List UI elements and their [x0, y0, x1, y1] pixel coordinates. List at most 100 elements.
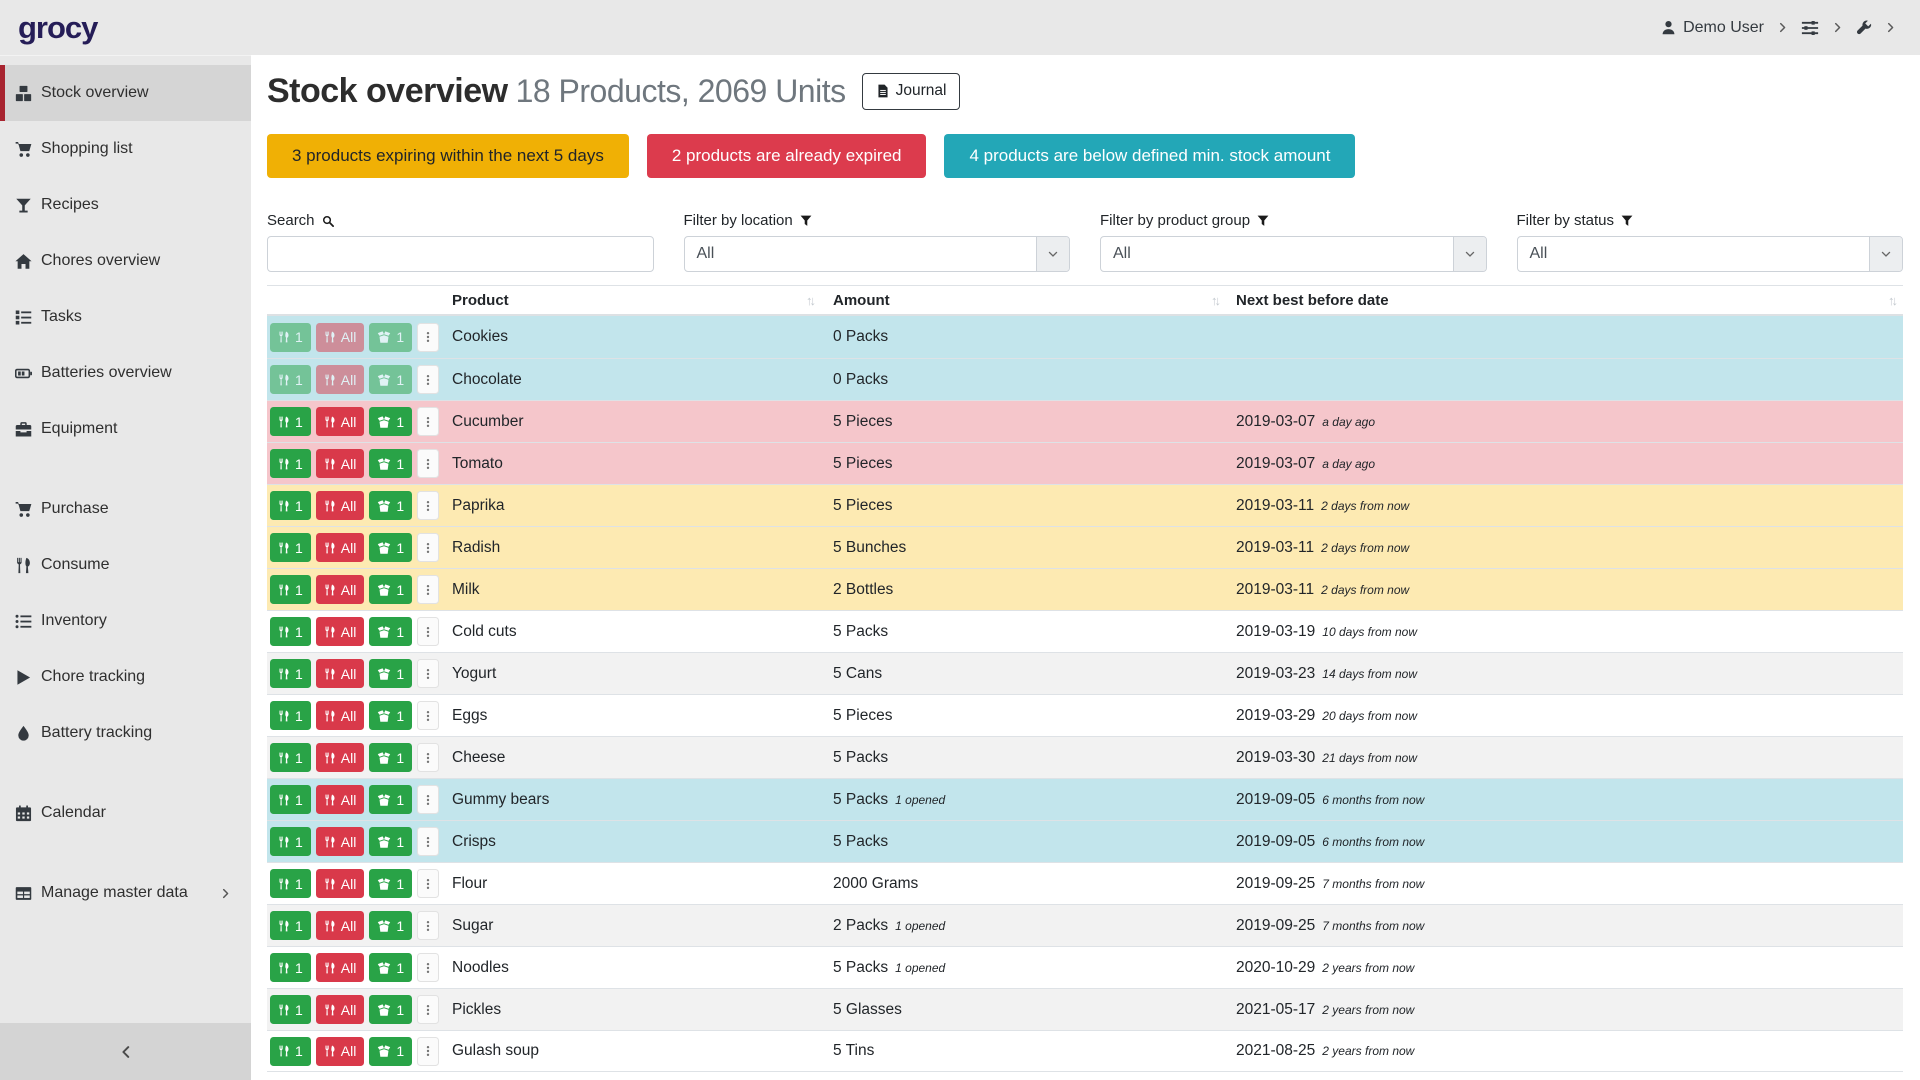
chevron-right-icon[interactable] — [1777, 22, 1788, 33]
open-one-button[interactable]: 1 — [369, 449, 412, 478]
consume-one-button[interactable]: 1 — [270, 953, 311, 982]
location-filter-select[interactable]: All — [684, 236, 1071, 272]
user-menu[interactable]: Demo User — [1661, 19, 1764, 37]
banner-expired[interactable]: 2 products are already expired — [647, 134, 927, 178]
consume-one-button[interactable]: 1 — [270, 575, 311, 604]
consume-all-button[interactable]: All — [316, 701, 365, 730]
open-one-button[interactable]: 1 — [369, 785, 412, 814]
consume-one-button[interactable]: 1 — [270, 659, 311, 688]
open-one-button[interactable]: 1 — [369, 365, 412, 394]
sidebar-item-purchase[interactable]: Purchase — [0, 481, 251, 537]
consume-one-button[interactable]: 1 — [270, 365, 311, 394]
sort-icon[interactable]: ↑↓ — [1888, 293, 1895, 308]
date-column-header[interactable]: Next best before date ↑↓ — [1226, 292, 1903, 309]
consume-one-button[interactable]: 1 — [270, 743, 311, 772]
consume-one-button[interactable]: 1 — [270, 869, 311, 898]
row-menu-button[interactable] — [417, 743, 439, 772]
consume-all-button[interactable]: All — [316, 617, 365, 646]
open-one-button[interactable]: 1 — [369, 827, 412, 856]
product-group-filter-select[interactable]: All — [1100, 236, 1487, 272]
row-menu-button[interactable] — [417, 659, 439, 688]
row-menu-button[interactable] — [417, 1037, 439, 1066]
sidebar-item-consume[interactable]: Consume — [0, 537, 251, 593]
open-one-button[interactable]: 1 — [369, 659, 412, 688]
sidebar-item-batteries-overview[interactable]: Batteries overview — [0, 345, 251, 401]
consume-all-button[interactable]: All — [316, 995, 365, 1024]
row-menu-button[interactable] — [417, 323, 439, 352]
consume-all-button[interactable]: All — [316, 659, 365, 688]
row-menu-button[interactable] — [417, 701, 439, 730]
status-filter-select[interactable]: All — [1517, 236, 1904, 272]
product-column-header[interactable]: Product ↑↓ — [448, 292, 821, 309]
consume-one-button[interactable]: 1 — [270, 407, 311, 436]
consume-one-button[interactable]: 1 — [270, 323, 311, 352]
consume-one-button[interactable]: 1 — [270, 827, 311, 856]
sidebar-item-recipes[interactable]: Recipes — [0, 177, 251, 233]
consume-one-button[interactable]: 1 — [270, 449, 311, 478]
row-menu-button[interactable] — [417, 449, 439, 478]
open-one-button[interactable]: 1 — [369, 1037, 412, 1066]
consume-all-button[interactable]: All — [316, 491, 365, 520]
sort-icon[interactable]: ↑↓ — [806, 293, 813, 308]
open-one-button[interactable]: 1 — [369, 743, 412, 772]
row-menu-button[interactable] — [417, 953, 439, 982]
sidebar-item-equipment[interactable]: Equipment — [0, 401, 251, 457]
consume-all-button[interactable]: All — [316, 533, 365, 562]
sidebar-item-tasks[interactable]: Tasks — [0, 289, 251, 345]
consume-all-button[interactable]: All — [316, 449, 365, 478]
row-menu-button[interactable] — [417, 911, 439, 940]
consume-all-button[interactable]: All — [316, 953, 365, 982]
sidebar-item-calendar[interactable]: Calendar — [0, 785, 251, 841]
admin-tools-menu[interactable] — [1856, 20, 1872, 36]
sidebar-item-stock-overview[interactable]: Stock overview — [0, 65, 251, 121]
open-one-button[interactable]: 1 — [369, 617, 412, 646]
row-menu-button[interactable] — [417, 365, 439, 394]
row-menu-button[interactable] — [417, 869, 439, 898]
consume-one-button[interactable]: 1 — [270, 533, 311, 562]
journal-button[interactable]: Journal — [862, 73, 961, 110]
open-one-button[interactable]: 1 — [369, 701, 412, 730]
consume-one-button[interactable]: 1 — [270, 701, 311, 730]
sidebar-item-shopping-list[interactable]: Shopping list — [0, 121, 251, 177]
consume-all-button[interactable]: All — [316, 743, 365, 772]
open-one-button[interactable]: 1 — [369, 995, 412, 1024]
open-one-button[interactable]: 1 — [369, 869, 412, 898]
sidebar-collapse-button[interactable] — [0, 1023, 251, 1080]
row-menu-button[interactable] — [417, 785, 439, 814]
consume-one-button[interactable]: 1 — [270, 911, 311, 940]
consume-all-button[interactable]: All — [316, 911, 365, 940]
search-input[interactable] — [267, 236, 654, 272]
open-one-button[interactable]: 1 — [369, 407, 412, 436]
consume-all-button[interactable]: All — [316, 785, 365, 814]
consume-all-button[interactable]: All — [316, 407, 365, 436]
consume-one-button[interactable]: 1 — [270, 995, 311, 1024]
consume-one-button[interactable]: 1 — [270, 491, 311, 520]
row-menu-button[interactable] — [417, 827, 439, 856]
amount-column-header[interactable]: Amount ↑↓ — [821, 292, 1226, 309]
sidebar-item-battery-tracking[interactable]: Battery tracking — [0, 705, 251, 761]
row-menu-button[interactable] — [417, 617, 439, 646]
open-one-button[interactable]: 1 — [369, 533, 412, 562]
row-menu-button[interactable] — [417, 533, 439, 562]
consume-all-button[interactable]: All — [316, 1037, 365, 1066]
banner-expiring[interactable]: 3 products expiring within the next 5 da… — [267, 134, 629, 178]
settings-menu[interactable] — [1801, 19, 1819, 37]
chevron-right-icon[interactable] — [1885, 22, 1896, 33]
sidebar-item-chores-overview[interactable]: Chores overview — [0, 233, 251, 289]
open-one-button[interactable]: 1 — [369, 575, 412, 604]
row-menu-button[interactable] — [417, 407, 439, 436]
open-one-button[interactable]: 1 — [369, 953, 412, 982]
banner-belowmin[interactable]: 4 products are below defined min. stock … — [944, 134, 1355, 178]
consume-one-button[interactable]: 1 — [270, 1037, 311, 1066]
open-one-button[interactable]: 1 — [369, 491, 412, 520]
sidebar-item-inventory[interactable]: Inventory — [0, 593, 251, 649]
sidebar-item-manage-master-data[interactable]: Manage master data — [0, 865, 251, 921]
consume-one-button[interactable]: 1 — [270, 617, 311, 646]
row-menu-button[interactable] — [417, 575, 439, 604]
consume-one-button[interactable]: 1 — [270, 785, 311, 814]
chevron-right-icon[interactable] — [1832, 22, 1843, 33]
consume-all-button[interactable]: All — [316, 365, 365, 394]
sort-icon[interactable]: ↑↓ — [1211, 293, 1218, 308]
app-logo[interactable]: grocy — [18, 10, 97, 46]
sidebar-item-chore-tracking[interactable]: Chore tracking — [0, 649, 251, 705]
